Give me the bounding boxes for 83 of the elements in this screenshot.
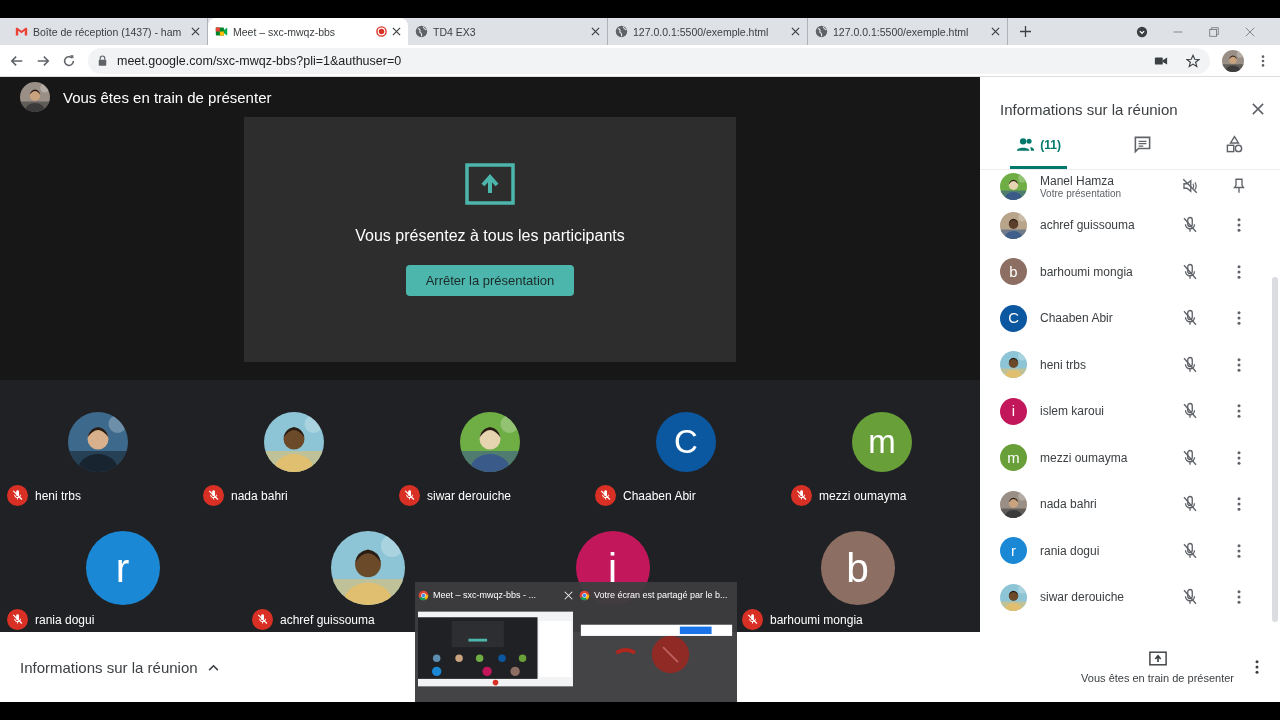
avatar-initial: r [85, 531, 160, 605]
panel-title: Informations sur la réunion [1000, 100, 1179, 118]
mic-off-icon[interactable] [1181, 262, 1199, 281]
participant-name: achref guissouma [280, 612, 375, 627]
browser-logo-icon [418, 589, 429, 601]
close-icon[interactable] [791, 27, 800, 36]
mic-off-icon[interactable] [1181, 448, 1199, 467]
reload-icon[interactable] [62, 53, 76, 68]
participant-name: nada bahri [1040, 497, 1098, 512]
participant-name: heni trbs [1040, 357, 1088, 372]
tab-search-icon[interactable] [1136, 25, 1148, 38]
close-icon[interactable] [392, 27, 401, 36]
camera-icon [215, 25, 228, 38]
mic-off-icon[interactable] [1181, 216, 1199, 235]
participant-name: Manel Hamza [1040, 173, 1116, 188]
avatar-initial: C [656, 412, 716, 472]
speaker-off-icon[interactable] [1181, 177, 1199, 195]
lock-icon [98, 55, 107, 66]
chat-icon [1133, 135, 1153, 154]
forward-icon[interactable] [36, 53, 50, 68]
participant-name: Chaaben Abir [623, 488, 696, 503]
close-icon[interactable] [191, 27, 200, 36]
shapes-icon [1224, 135, 1244, 154]
mic-off-icon[interactable] [1181, 495, 1199, 514]
restore-icon[interactable] [1208, 25, 1220, 38]
avatar-initial: m [852, 412, 912, 472]
participant-name: mezzi oumayma [819, 488, 907, 503]
avatar-initial: b [820, 531, 895, 605]
close-icon[interactable] [591, 27, 600, 36]
participant-name: Chaaben Abir [1040, 311, 1114, 326]
globe-icon [415, 25, 428, 38]
participant-name: rania dogui [1040, 543, 1101, 558]
participant-name: achref guissouma [1040, 218, 1136, 233]
participant-name: islem karoui [1040, 404, 1106, 419]
more-icon[interactable] [1254, 659, 1260, 675]
mic-off-icon[interactable] [1181, 402, 1199, 421]
avatar-initial: r [1000, 537, 1027, 565]
mic-off-icon[interactable] [1181, 541, 1199, 560]
presentation-message: Vous présentez à tous les participants [355, 227, 625, 245]
participant-name: barhoumi mongia [1040, 264, 1134, 279]
new-tab-icon[interactable] [1020, 26, 1031, 37]
mic-off-icon[interactable] [1181, 309, 1199, 328]
avatar-initial: b [1000, 258, 1027, 286]
avatar-initial: C [1000, 304, 1027, 332]
panel-tab[interactable]: (11) [1010, 123, 1067, 169]
mail-icon [15, 25, 28, 38]
avatar-initial: i [1000, 397, 1027, 425]
participant-name: rania dogui [35, 612, 95, 627]
participant-subtitle: Votre présentation [1040, 187, 1123, 199]
url-text: meet.google.com/sxc-mwqz-bbs?pli=1&authuser=0 [117, 53, 402, 68]
avatar-initial: m [1000, 444, 1027, 472]
participant-name: siwar derouiche [1040, 590, 1126, 605]
tab-title: 127.0.0.1:5500/exemple.html [833, 25, 970, 38]
close-icon[interactable] [1252, 103, 1264, 115]
globe-icon [815, 25, 828, 38]
star-icon[interactable] [1186, 53, 1200, 68]
window-thumbnail-drawing[interactable] [418, 610, 573, 688]
back-icon[interactable] [10, 53, 24, 68]
mic-off-icon[interactable] [1181, 588, 1199, 607]
participant-name: nada bahri [231, 488, 288, 503]
caret-icon [207, 663, 219, 671]
presenting-button[interactable]: Vous êtes en train de présenter [1081, 650, 1234, 684]
tab-title: 127.0.0.1:5500/exemple.html [633, 25, 770, 38]
globe-icon [615, 25, 628, 38]
presenting-status: Vous êtes en train de présenter [63, 88, 272, 106]
close-icon[interactable] [991, 27, 1000, 36]
participant-name: mezzi oumayma [1040, 450, 1129, 465]
participant-name: heni trbs [35, 488, 82, 503]
browser-logo-icon [579, 589, 590, 601]
stop-presenting-button[interactable]: Arrêter la présentation [405, 265, 575, 296]
address-field[interactable]: meet.google.com/sxc-mwqz-bbs?pli=1&authuser=0 [88, 47, 1210, 74]
tab-title: Meet – sxc-mwqz-bbs [233, 25, 337, 38]
tab-title: TD4 EX3 [433, 25, 477, 38]
present-screen-icon [1148, 650, 1167, 666]
participant-name: barhoumi mongia [770, 612, 863, 627]
participant-name: siwar derouiche [427, 488, 512, 503]
tab-title: Boîte de réception (1437) - ham [33, 25, 183, 38]
present-screen-icon [465, 163, 515, 205]
browser-tab[interactable]: Meet – sxc-mwqz-bbs [208, 18, 408, 45]
people-icon [1016, 135, 1036, 154]
window-title: Meet – sxc-mwqz-bbs - ... [433, 590, 538, 600]
meeting-details-button[interactable]: Informations sur la réunion [20, 658, 219, 676]
mic-off-icon[interactable] [1181, 355, 1199, 374]
